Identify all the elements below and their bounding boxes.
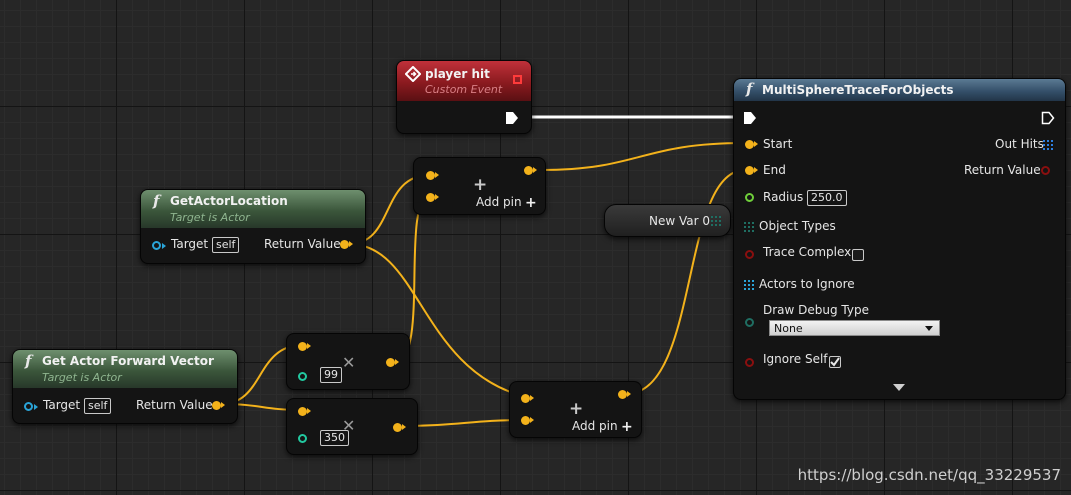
add-pin-plus-icon[interactable]: + xyxy=(525,196,537,210)
object-types-pin[interactable] xyxy=(744,222,754,232)
node-title: MultiSphereTraceForObjects xyxy=(762,83,954,97)
target-pin[interactable] xyxy=(152,241,166,250)
multi-sphere-trace-node[interactable]: f MultiSphereTraceForObjects Start End R… xyxy=(733,78,1066,400)
return-value-label: Return Value xyxy=(964,163,1041,177)
ignore-self-pin[interactable] xyxy=(745,358,754,367)
node-subtitle: Custom Event xyxy=(425,83,503,96)
function-icon: f xyxy=(25,352,32,370)
output-pin[interactable] xyxy=(386,358,399,367)
radius-pin[interactable] xyxy=(745,193,754,202)
multiplier-field[interactable]: 99 xyxy=(320,367,342,383)
get-actor-location-node[interactable]: f GetActorLocation Target is Actor Targe… xyxy=(140,189,366,264)
exec-out-pin[interactable] xyxy=(1041,111,1055,125)
get-actor-forward-vector-node[interactable]: f Get Actor Forward Vector Target is Act… xyxy=(12,349,238,424)
return-value-label: Return Value xyxy=(136,398,213,412)
node-subtitle: Target is Actor xyxy=(170,211,250,224)
return-value-label: Return Value xyxy=(264,237,341,251)
add-operator-icon: + xyxy=(569,399,584,419)
vector-input-pin[interactable] xyxy=(298,342,311,351)
start-pin[interactable] xyxy=(745,140,758,149)
return-value-pin[interactable] xyxy=(1041,166,1050,175)
delegate-pin-icon[interactable] xyxy=(513,75,522,84)
vector-add-node-top[interactable]: + Add pin + xyxy=(413,157,546,215)
input-pin-a[interactable] xyxy=(426,171,439,180)
vector-add-node-bottom[interactable]: + Add pin + xyxy=(509,381,642,438)
node-header: f MultiSphereTraceForObjects xyxy=(734,79,1065,101)
draw-debug-type-dropdown[interactable]: None xyxy=(769,320,940,336)
return-value-pin[interactable] xyxy=(212,401,225,410)
actors-to-ignore-label: Actors to Ignore xyxy=(759,277,855,291)
node-header: player hit Custom Event xyxy=(397,61,531,101)
variable-label: New Var 0 xyxy=(649,214,711,228)
exec-in-pin[interactable] xyxy=(743,111,757,125)
event-diamond-icon xyxy=(405,66,421,82)
end-label: End xyxy=(763,163,786,177)
chevron-down-icon xyxy=(925,326,933,331)
radius-label: Radius xyxy=(763,190,804,204)
target-self-field[interactable]: self xyxy=(84,398,112,414)
wire-add-top-to-start xyxy=(540,142,746,171)
start-label: Start xyxy=(763,137,793,151)
radius-field[interactable]: 250.0 xyxy=(807,190,847,206)
input-pin-a[interactable] xyxy=(521,394,534,403)
dropdown-value: None xyxy=(774,322,803,335)
out-hits-pin[interactable] xyxy=(1043,140,1053,150)
ignore-self-label: Ignore Self xyxy=(763,352,828,366)
add-pin-label[interactable]: Add pin xyxy=(476,195,522,209)
return-value-pin[interactable] xyxy=(340,240,353,249)
vector-multiply-node-99[interactable]: 99 ✕ xyxy=(286,333,410,390)
new-var-0-node[interactable]: New Var 0 xyxy=(604,204,731,237)
add-operator-icon: + xyxy=(473,175,488,195)
function-icon: f xyxy=(153,192,160,210)
trace-complex-label: Trace Complex xyxy=(763,245,852,259)
object-types-label: Object Types xyxy=(759,219,836,233)
input-pin-b[interactable] xyxy=(521,416,534,425)
node-title: Get Actor Forward Vector xyxy=(42,354,214,368)
player-hit-event-node[interactable]: player hit Custom Event xyxy=(396,60,532,134)
output-pin[interactable] xyxy=(618,390,631,399)
output-pin[interactable] xyxy=(393,423,406,432)
function-icon: f xyxy=(746,80,753,98)
checkmark-icon xyxy=(830,357,840,367)
draw-debug-type-label: Draw Debug Type xyxy=(763,303,869,317)
target-pin[interactable] xyxy=(24,402,38,411)
exec-out-pin[interactable] xyxy=(505,111,519,125)
multiply-operator-icon: ✕ xyxy=(342,416,356,435)
node-subtitle: Target is Actor xyxy=(42,371,122,384)
int-input-pin[interactable] xyxy=(298,434,307,443)
input-pin-b[interactable] xyxy=(426,193,439,202)
add-pin-plus-icon[interactable]: + xyxy=(621,420,633,434)
end-pin[interactable] xyxy=(745,166,758,175)
multiply-operator-icon: ✕ xyxy=(342,353,356,372)
watermark-text: https://blog.csdn.net/qq_33229537 xyxy=(797,466,1061,484)
int-input-pin[interactable] xyxy=(298,372,307,381)
draw-debug-type-pin[interactable] xyxy=(745,318,754,327)
output-pin[interactable] xyxy=(524,166,537,175)
vector-input-pin[interactable] xyxy=(298,407,311,416)
node-header: f GetActorLocation Target is Actor xyxy=(141,190,365,228)
trace-complex-checkbox[interactable] xyxy=(852,249,864,261)
target-label: Target xyxy=(43,398,81,412)
expand-advanced-icon[interactable] xyxy=(893,384,905,391)
add-pin-label[interactable]: Add pin xyxy=(572,419,618,433)
node-title: GetActorLocation xyxy=(170,194,288,208)
target-label: Target xyxy=(171,237,209,251)
node-header: f Get Actor Forward Vector Target is Act… xyxy=(13,350,237,388)
out-hits-label: Out Hits xyxy=(995,137,1044,151)
trace-complex-pin[interactable] xyxy=(745,250,754,259)
vector-multiply-node-350[interactable]: 350 ✕ xyxy=(286,398,418,455)
ignore-self-checkbox[interactable] xyxy=(829,356,841,368)
node-title: player hit xyxy=(425,67,490,81)
target-self-field[interactable]: self xyxy=(212,237,240,253)
variable-array-output-pin[interactable] xyxy=(711,216,721,226)
actors-to-ignore-pin[interactable] xyxy=(744,280,754,290)
